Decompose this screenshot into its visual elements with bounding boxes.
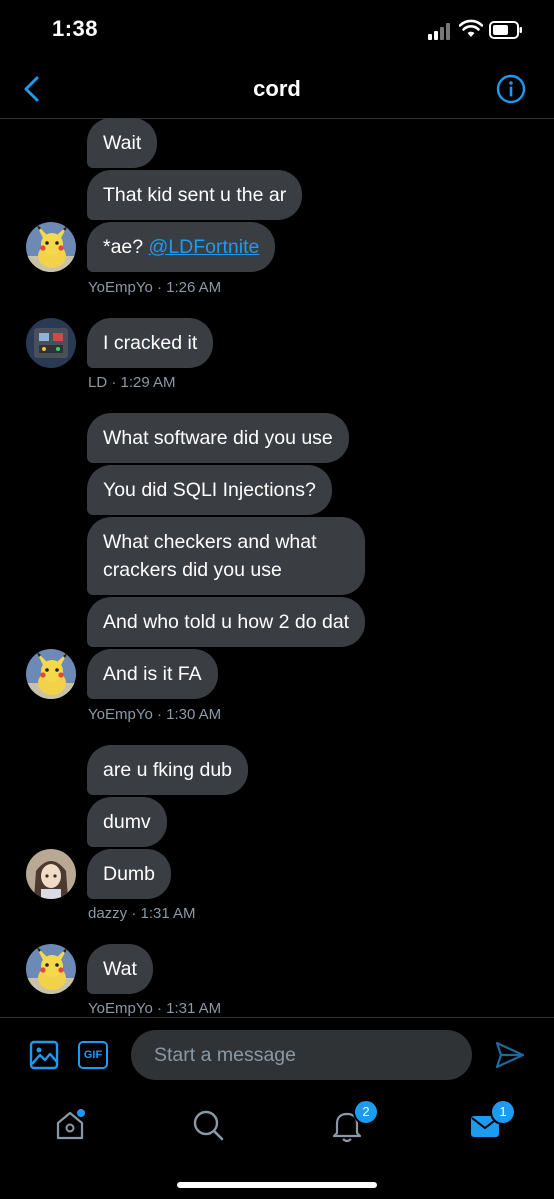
message-meta: YoEmpYo · 1:31 AM [88, 1000, 222, 1017]
message-meta: YoEmpYo · 1:30 AM [88, 706, 222, 723]
gif-button[interactable]: GIF [78, 1041, 108, 1069]
message-text: What checkers and what crackers did you … [103, 531, 317, 581]
message-text: Wait [103, 132, 142, 154]
message-bubble[interactable]: And is it FA [87, 649, 218, 699]
avatar-dazzy[interactable] [26, 849, 76, 899]
message-text: Wat [103, 958, 137, 980]
home-indicator [177, 1182, 377, 1188]
notifications-badge: 2 [353, 1099, 379, 1125]
message-meta: dazzy · 1:31 AM [88, 905, 196, 922]
send-icon[interactable] [494, 1040, 526, 1070]
avatar-yoempyo[interactable] [26, 222, 76, 272]
message-bubble[interactable]: Wait [87, 118, 158, 168]
message-bubble[interactable]: That kid sent u the ar [87, 170, 303, 220]
search-icon [193, 1110, 224, 1141]
avatar-yoempyo[interactable] [26, 649, 76, 699]
conversation-header: cord [0, 60, 554, 119]
message-text: You did SQLI Injections? [103, 479, 316, 501]
message-meta: YoEmpYo · 1:26 AM [88, 279, 222, 296]
info-icon[interactable] [496, 74, 526, 104]
message-text: are u fking dub [103, 759, 233, 781]
avatar-yoempyo[interactable] [26, 944, 76, 994]
cellular-signal-icon [428, 22, 454, 40]
message-bubble[interactable]: dumv [87, 797, 167, 847]
messages-badge: 1 [490, 1099, 516, 1125]
message-bubble[interactable]: And who told u how 2 do dat [87, 597, 366, 647]
pikachu-avatar-icon [26, 222, 76, 272]
wifi-icon [459, 19, 483, 37]
mention-link[interactable]: @LDFortnite [149, 236, 260, 258]
message-meta: LD · 1:29 AM [88, 374, 176, 391]
message-text: dumv [103, 811, 151, 833]
message-text: *ae? [103, 236, 149, 258]
anime-girl-avatar-icon [26, 849, 76, 899]
robot-avatar-icon [26, 318, 76, 368]
message-bubble[interactable]: What checkers and what crackers did you … [87, 517, 365, 595]
message-text: What software did you use [103, 427, 333, 449]
message-bubble[interactable]: are u fking dub [87, 745, 249, 795]
message-text: I cracked it [103, 332, 198, 354]
conversation-title: cord [253, 76, 301, 101]
message-bubble[interactable]: Dumb [87, 849, 172, 899]
message-bubble[interactable]: *ae? @LDFortnite [87, 222, 276, 272]
pikachu-avatar-icon [26, 649, 76, 699]
tab-notifications[interactable]: 2 [327, 1099, 379, 1145]
status-time: 1:38 [52, 16, 99, 41]
message-bubble[interactable]: You did SQLI Injections? [87, 465, 332, 515]
avatar-ld[interactable] [26, 318, 76, 368]
message-text: Dumb [103, 863, 156, 885]
message-bubble[interactable]: What software did you use [87, 413, 349, 463]
image-icon[interactable] [29, 1040, 59, 1070]
message-composer: GIF Start a message [0, 1017, 554, 1098]
tab-messages[interactable]: 1 [466, 1099, 516, 1145]
message-text: That kid sent u the ar [103, 184, 287, 206]
battery-icon [489, 21, 522, 39]
message-text: And is it FA [103, 663, 202, 685]
tab-search[interactable] [188, 1105, 228, 1145]
new-content-dot [77, 1109, 85, 1117]
message-input[interactable]: Start a message [131, 1030, 472, 1080]
message-bubble[interactable]: I cracked it [87, 318, 214, 368]
status-bar: 1:38 [0, 0, 554, 60]
pikachu-avatar-icon [26, 944, 76, 994]
message-bubble[interactable]: Wat [87, 944, 153, 994]
tab-home[interactable] [50, 1105, 90, 1145]
message-text: And who told u how 2 do dat [103, 611, 350, 633]
